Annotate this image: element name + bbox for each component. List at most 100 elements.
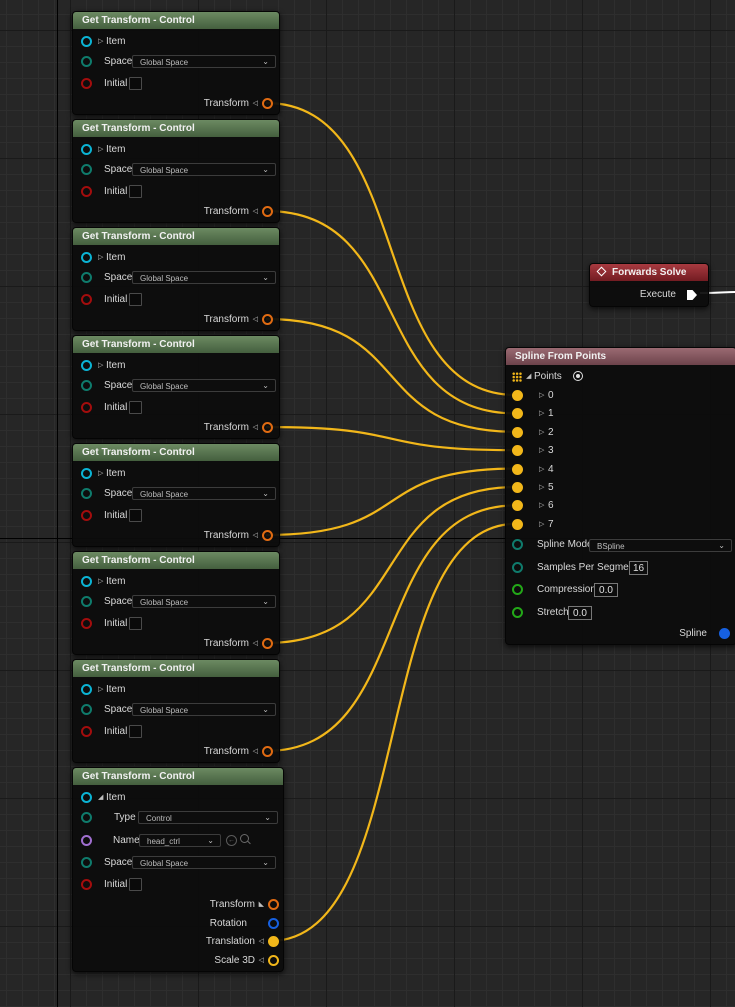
array-grid-icon[interactable] xyxy=(512,372,522,382)
wire-transform-to-point-7[interactable] xyxy=(269,522,517,943)
point-pin[interactable] xyxy=(512,463,523,475)
expand-triangle-icon[interactable]: ▷ xyxy=(539,389,544,403)
node-title[interactable]: Spline From Points xyxy=(506,348,735,365)
stretch-pin[interactable] xyxy=(512,607,523,618)
node-title[interactable]: Get Transform - Control xyxy=(73,768,283,785)
initial-checkbox[interactable] xyxy=(129,878,142,891)
spline-mode-pin[interactable] xyxy=(512,539,523,550)
initial-pin[interactable] xyxy=(81,294,92,305)
space-pin[interactable] xyxy=(81,164,92,175)
node-title[interactable]: Get Transform - Control xyxy=(73,228,279,245)
point-pin[interactable] xyxy=(512,426,523,438)
transform-output-pin[interactable] xyxy=(262,422,273,433)
space-dropdown[interactable]: Global Space ⌄ xyxy=(132,379,276,392)
node-title[interactable]: Get Transform - Control xyxy=(73,552,279,569)
expand-triangle-icon[interactable]: ◁ xyxy=(253,313,258,327)
rotation-output-pin[interactable] xyxy=(268,918,279,929)
point-pin[interactable] xyxy=(512,518,523,530)
transform-output-pin[interactable] xyxy=(262,206,273,217)
expand-triangle-icon[interactable]: ▷ xyxy=(539,463,544,477)
point-pin[interactable] xyxy=(512,482,523,493)
get-transform-node[interactable]: Get Transform - Control ▷ Item Space Glo… xyxy=(72,227,280,331)
space-dropdown[interactable]: Global Space ⌄ xyxy=(132,271,276,284)
expand-triangle-icon[interactable]: ▷ xyxy=(98,359,103,373)
space-dropdown[interactable]: Global Space ⌄ xyxy=(132,703,276,716)
space-dropdown[interactable]: Global Space ⌄ xyxy=(132,55,276,68)
initial-checkbox[interactable] xyxy=(129,725,142,738)
wire-transform-to-point-0[interactable] xyxy=(265,101,517,397)
transform-output-pin[interactable] xyxy=(262,746,273,757)
initial-pin[interactable] xyxy=(81,879,92,890)
expand-triangle-icon[interactable]: ◁ xyxy=(259,935,264,949)
initial-pin[interactable] xyxy=(81,618,92,629)
space-dropdown[interactable]: Global Space ⌄ xyxy=(132,487,276,500)
type-pin[interactable] xyxy=(81,812,92,823)
node-title[interactable]: Get Transform - Control xyxy=(73,120,279,137)
transform-output-pin[interactable] xyxy=(262,314,273,325)
expand-triangle-icon[interactable]: ▷ xyxy=(98,35,103,49)
item-pin[interactable] xyxy=(81,576,92,587)
initial-pin[interactable] xyxy=(81,186,92,197)
name-dropdown[interactable]: head_ctrl ⌄ xyxy=(139,834,221,847)
expand-triangle-icon[interactable]: ▷ xyxy=(539,499,544,513)
transform-output-pin[interactable] xyxy=(262,530,273,541)
expand-triangle-icon[interactable]: ◁ xyxy=(253,745,258,759)
point-pin[interactable] xyxy=(512,408,523,420)
collapse-triangle-icon[interactable]: ◢ xyxy=(98,791,103,805)
point-pin[interactable] xyxy=(512,500,523,512)
browse-arrow-icon[interactable]: ← xyxy=(226,835,237,846)
item-pin[interactable] xyxy=(81,684,92,695)
wire-transform-to-point-4[interactable] xyxy=(265,467,517,537)
compression-input[interactable]: 0.0 xyxy=(594,583,618,597)
expand-triangle-icon[interactable]: ◁ xyxy=(253,97,258,111)
spline-mode-dropdown[interactable]: BSpline ⌄ xyxy=(589,539,732,552)
space-dropdown[interactable]: Global Space ⌄ xyxy=(132,856,276,869)
expand-triangle-icon[interactable]: ▷ xyxy=(98,575,103,589)
expand-triangle-icon[interactable]: ◁ xyxy=(253,637,258,651)
node-title[interactable]: Get Transform - Control xyxy=(73,12,279,29)
wire-transform-to-point-3[interactable] xyxy=(265,425,517,452)
wire-transform-to-point-5[interactable] xyxy=(265,485,517,645)
get-transform-node[interactable]: Get Transform - Control ▷ Item Space Glo… xyxy=(72,551,280,655)
expand-triangle-icon[interactable]: ◁ xyxy=(253,421,258,435)
item-pin[interactable] xyxy=(81,792,92,803)
collapse-triangle-icon[interactable]: ◢ xyxy=(526,370,531,384)
expand-triangle-icon[interactable]: ▷ xyxy=(98,251,103,265)
space-pin[interactable] xyxy=(81,596,92,607)
get-transform-node-expanded[interactable]: Get Transform - Control ◢ Item Type Cont… xyxy=(72,767,284,972)
initial-checkbox[interactable] xyxy=(129,509,142,522)
transform-output-pin[interactable] xyxy=(268,899,279,910)
node-title[interactable]: Forwards Solve xyxy=(590,264,708,281)
spline-output-pin[interactable] xyxy=(719,628,730,639)
get-transform-node[interactable]: Get Transform - Control ▷ Item Space Glo… xyxy=(72,11,280,115)
space-pin[interactable] xyxy=(81,380,92,391)
expand-triangle-icon[interactable]: ▷ xyxy=(539,407,544,421)
point-pin[interactable] xyxy=(512,390,523,401)
name-pin[interactable] xyxy=(81,835,92,846)
type-dropdown[interactable]: Control ⌄ xyxy=(138,811,278,824)
initial-pin[interactable] xyxy=(81,726,92,737)
space-dropdown[interactable]: Global Space ⌄ xyxy=(132,163,276,176)
samples-pin[interactable] xyxy=(512,562,523,573)
transform-output-pin[interactable] xyxy=(262,98,273,109)
get-transform-node[interactable]: Get Transform - Control ▷ Item Space Glo… xyxy=(72,119,280,223)
initial-checkbox[interactable] xyxy=(129,401,142,414)
expand-triangle-icon[interactable]: ◁ xyxy=(253,205,258,219)
collapse-triangle-icon[interactable]: ◣ xyxy=(259,898,264,912)
item-pin[interactable] xyxy=(81,144,92,155)
expand-triangle-icon[interactable]: ▷ xyxy=(539,518,544,532)
item-pin[interactable] xyxy=(81,36,92,47)
space-pin[interactable] xyxy=(81,272,92,283)
item-pin[interactable] xyxy=(81,252,92,263)
forwards-solve-node[interactable]: Forwards Solve Execute xyxy=(589,263,709,307)
wire-transform-to-point-6[interactable] xyxy=(265,504,517,753)
initial-pin[interactable] xyxy=(81,78,92,89)
expand-triangle-icon[interactable]: ▷ xyxy=(539,481,544,495)
space-pin[interactable] xyxy=(81,56,92,67)
initial-checkbox[interactable] xyxy=(129,617,142,630)
node-title[interactable]: Get Transform - Control xyxy=(73,444,279,461)
initial-checkbox[interactable] xyxy=(129,185,142,198)
initial-pin[interactable] xyxy=(81,402,92,413)
get-transform-node[interactable]: Get Transform - Control ▷ Item Space Glo… xyxy=(72,335,280,439)
item-pin[interactable] xyxy=(81,360,92,371)
